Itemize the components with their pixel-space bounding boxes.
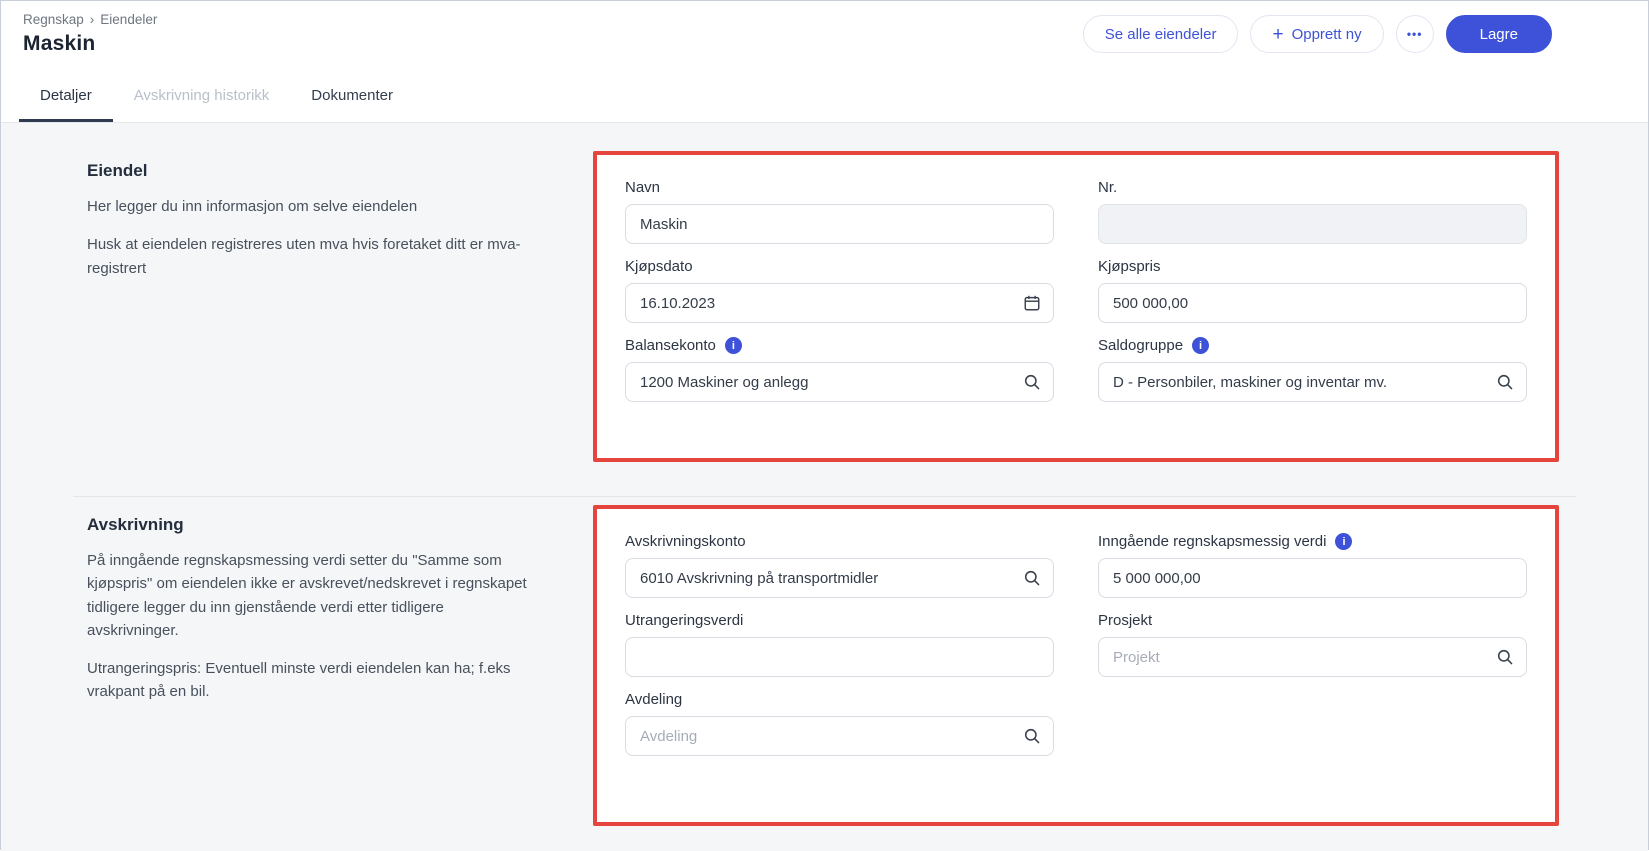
breadcrumb: Regnskap › Eiendeler [23, 12, 157, 27]
more-actions-button[interactable]: ••• [1396, 15, 1434, 53]
section-eiendel-info: Eiendel Her legger du inn informasjon om… [87, 151, 532, 462]
prosjekt-input-wrap [1098, 637, 1527, 677]
field-inngaende-verdi: Inngående regnskapsmessig verdi i [1098, 533, 1527, 598]
top-bar-left: Regnskap › Eiendeler Maskin [23, 12, 157, 56]
balansekonto-label: Balansekonto i [625, 337, 1054, 354]
kjopsdato-input[interactable] [625, 283, 1054, 323]
tab-dokumenter[interactable]: Dokumenter [290, 71, 414, 122]
prosjekt-label-text: Prosjekt [1098, 612, 1152, 629]
kjopsdato-label-text: Kjøpsdato [625, 258, 693, 275]
field-avskrivningskonto: Avskrivningskonto [625, 533, 1054, 598]
saldogruppe-input[interactable] [1098, 362, 1527, 402]
navn-input-wrap [625, 204, 1054, 244]
avskrivningskonto-label: Avskrivningskonto [625, 533, 1054, 550]
search-icon[interactable] [1496, 373, 1514, 391]
tab-avskrivning-historikk[interactable]: Avskrivning historikk [113, 71, 291, 122]
search-icon[interactable] [1023, 569, 1041, 587]
main-content: Eiendel Her legger du inn informasjon om… [1, 123, 1648, 851]
avskrivningskonto-input-wrap [625, 558, 1054, 598]
create-new-button[interactable]: + Opprett ny [1250, 15, 1383, 53]
utrangeringsverdi-input[interactable] [625, 637, 1054, 677]
breadcrumb-regnskap[interactable]: Regnskap [23, 12, 84, 27]
avdeling-label: Avdeling [625, 691, 1054, 708]
kjopspris-label-text: Kjøpspris [1098, 258, 1161, 275]
nr-input-wrap [1098, 204, 1527, 244]
navn-label-text: Navn [625, 179, 660, 196]
empty-grid-cell [1098, 691, 1527, 756]
section-eiendel-description-1: Her legger du inn informasjon om selve e… [87, 195, 532, 218]
tab-bar: Detaljer Avskrivning historikk Dokumente… [1, 71, 1648, 123]
avdeling-input[interactable] [625, 716, 1054, 756]
inngaende-verdi-input-wrap [1098, 558, 1527, 598]
field-balansekonto: Balansekonto i [625, 337, 1054, 402]
avdeling-input-wrap [625, 716, 1054, 756]
saldogruppe-input-wrap [1098, 362, 1527, 402]
kjopspris-input-wrap [1098, 283, 1527, 323]
ellipsis-icon: ••• [1407, 27, 1423, 41]
inngaende-verdi-label: Inngående regnskapsmessig verdi i [1098, 533, 1527, 550]
section-eiendel-description-2: Husk at eiendelen registreres uten mva h… [87, 233, 532, 280]
utrangeringsverdi-label-text: Utrangeringsverdi [625, 612, 743, 629]
breadcrumb-eiendeler[interactable]: Eiendeler [100, 12, 157, 27]
create-new-label: Opprett ny [1292, 26, 1362, 43]
search-icon[interactable] [1023, 373, 1041, 391]
section-eiendel: Eiendel Her legger du inn informasjon om… [1, 123, 1648, 462]
field-saldogruppe: Saldogruppe i [1098, 337, 1527, 402]
breadcrumb-separator: › [90, 12, 95, 27]
balansekonto-input-wrap [625, 362, 1054, 402]
tab-detaljer[interactable]: Detaljer [19, 71, 113, 122]
kjopsdato-input-wrap [625, 283, 1054, 323]
info-icon[interactable]: i [1192, 337, 1209, 354]
search-icon[interactable] [1023, 727, 1041, 745]
info-icon[interactable]: i [725, 337, 742, 354]
field-avdeling: Avdeling [625, 691, 1054, 756]
nr-label: Nr. [1098, 179, 1527, 196]
avskrivningskonto-label-text: Avskrivningskonto [625, 533, 746, 550]
section-eiendel-heading: Eiendel [87, 161, 532, 181]
highlight-box-avskrivning: Avskrivningskonto Inng [593, 505, 1559, 826]
page-title: Maskin [23, 32, 157, 56]
prosjekt-label: Prosjekt [1098, 612, 1527, 629]
utrangeringsverdi-label: Utrangeringsverdi [625, 612, 1054, 629]
top-bar: Regnskap › Eiendeler Maskin Se alle eien… [1, 1, 1648, 71]
navn-label: Navn [625, 179, 1054, 196]
field-kjopsdato: Kjøpsdato [625, 258, 1054, 323]
nr-input [1098, 204, 1527, 244]
utrangeringsverdi-input-wrap [625, 637, 1054, 677]
navn-input[interactable] [625, 204, 1054, 244]
inngaende-verdi-input[interactable] [1098, 558, 1527, 598]
section-avskrivning-description-2: Utrangeringspris: Eventuell minste verdi… [87, 657, 532, 704]
kjopspris-input[interactable] [1098, 283, 1527, 323]
field-prosjekt: Prosjekt [1098, 612, 1527, 677]
eiendel-field-grid: Navn Nr. Kjøpsdato [625, 179, 1527, 402]
section-avskrivning-description-1: På inngående regnskapsmessing verdi sett… [87, 549, 532, 642]
section-avskrivning-info: Avskrivning På inngående regnskapsmessin… [87, 505, 532, 826]
inngaende-verdi-label-text: Inngående regnskapsmessig verdi [1098, 533, 1326, 550]
field-kjopspris: Kjøpspris [1098, 258, 1527, 323]
balansekonto-label-text: Balansekonto [625, 337, 716, 354]
calendar-icon[interactable] [1023, 294, 1041, 312]
search-icon[interactable] [1496, 648, 1514, 666]
kjopsdato-label: Kjøpsdato [625, 258, 1054, 275]
section-avskrivning: Avskrivning På inngående regnskapsmessin… [1, 497, 1648, 826]
kjopspris-label: Kjøpspris [1098, 258, 1527, 275]
field-navn: Navn [625, 179, 1054, 244]
info-icon[interactable]: i [1335, 533, 1352, 550]
saldogruppe-label: Saldogruppe i [1098, 337, 1527, 354]
top-bar-actions: Se alle eiendeler + Opprett ny ••• Lagre [1083, 15, 1552, 53]
prosjekt-input[interactable] [1098, 637, 1527, 677]
avskrivningskonto-input[interactable] [625, 558, 1054, 598]
plus-icon: + [1272, 25, 1283, 44]
field-nr: Nr. [1098, 179, 1527, 244]
see-all-assets-button[interactable]: Se alle eiendeler [1083, 15, 1239, 53]
save-button[interactable]: Lagre [1446, 15, 1552, 53]
saldogruppe-label-text: Saldogruppe [1098, 337, 1183, 354]
highlight-box-eiendel: Navn Nr. Kjøpsdato [593, 151, 1559, 462]
field-utrangeringsverdi: Utrangeringsverdi [625, 612, 1054, 677]
section-avskrivning-heading: Avskrivning [87, 515, 532, 535]
nr-label-text: Nr. [1098, 179, 1117, 196]
avdeling-label-text: Avdeling [625, 691, 682, 708]
balansekonto-input[interactable] [625, 362, 1054, 402]
avskrivning-field-grid: Avskrivningskonto Inng [625, 533, 1527, 756]
